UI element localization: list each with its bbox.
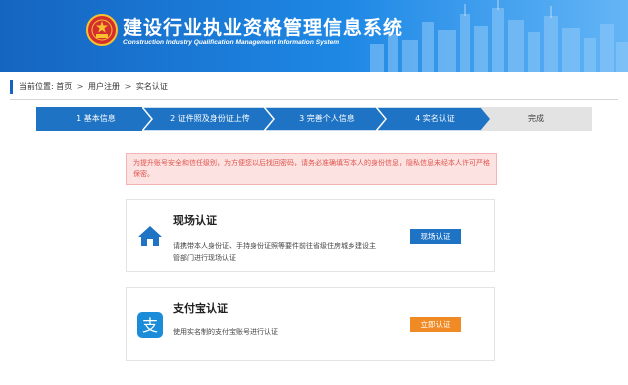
step-label: 3 完善个人信息 — [299, 114, 355, 123]
alipay-title: 支付宝认证 — [173, 302, 228, 315]
app-subtitle: Construction Industry Qualification Mana… — [123, 39, 340, 46]
step-label: 1 基本信息 — [76, 114, 116, 123]
step-real-name: 4 实名认证 — [376, 107, 494, 131]
app-title: 建设行业执业资格管理信息系统 — [123, 17, 404, 39]
alipay-icon: 支 — [137, 312, 163, 338]
onsite-verify-button[interactable]: 现场认证 — [410, 229, 461, 244]
onsite-desc-line: 管部门进行现场认证 — [173, 254, 236, 262]
step-personal-info: 3 完善个人信息 — [264, 107, 390, 131]
breadcrumb-separator: > — [76, 82, 84, 91]
national-emblem-icon — [86, 14, 118, 46]
alipay-verify-button[interactable]: 立即认证 — [410, 317, 461, 332]
svg-text:支: 支 — [142, 316, 158, 335]
onsite-title: 现场认证 — [173, 214, 217, 227]
onsite-description: 请携带本人身份证、手持身份证照等要件前往省级住房城乡建设主 管部门进行现场认证 — [173, 240, 376, 264]
breadcrumb-item-home[interactable]: 首页 — [56, 82, 72, 91]
security-notice: 为提升账号安全和信任级别，为方便您以后找回密码，请务必准确填写本人的身份信息，隐… — [126, 153, 497, 185]
breadcrumb-divider — [10, 99, 618, 100]
step-finish: 完成 — [480, 107, 592, 131]
step-basic-info: 1 基本信息 — [36, 107, 156, 131]
header-banner: 建设行业执业资格管理信息系统 Construction Industry Qua… — [0, 0, 628, 72]
home-icon — [138, 226, 162, 246]
breadcrumb-item-register[interactable]: 用户注册 — [88, 82, 120, 91]
step-label: 完成 — [528, 114, 544, 123]
breadcrumb-separator: > — [124, 82, 132, 91]
breadcrumb-prefix: 当前位置: — [19, 82, 54, 91]
alipay-description: 使用实名制的支付宝账号进行认证 — [173, 328, 278, 336]
onsite-desc-line: 请携带本人身份证、手持身份证照等要件前往省级住房城乡建设主 — [173, 242, 376, 250]
step-progress: 1 基本信息 2 证件照及身份证上传 3 完善个人信息 4 实名认证 完成 — [36, 107, 592, 131]
step-label: 4 实名认证 — [415, 114, 455, 123]
step-id-upload: 2 证件照及身份证上传 — [142, 107, 278, 131]
step-label: 2 证件照及身份证上传 — [170, 114, 250, 123]
breadcrumb-item-current: 实名认证 — [135, 82, 168, 91]
onsite-verification-card: 现场认证 请携带本人身份证、手持身份证照等要件前往省级住房城乡建设主 管部门进行… — [126, 199, 495, 272]
breadcrumb: 当前位置: 首页 > 用户注册 > 实名认证 — [10, 80, 618, 94]
alipay-verification-card: 支 支付宝认证 使用实名制的支付宝账号进行认证 立即认证 — [126, 287, 495, 361]
